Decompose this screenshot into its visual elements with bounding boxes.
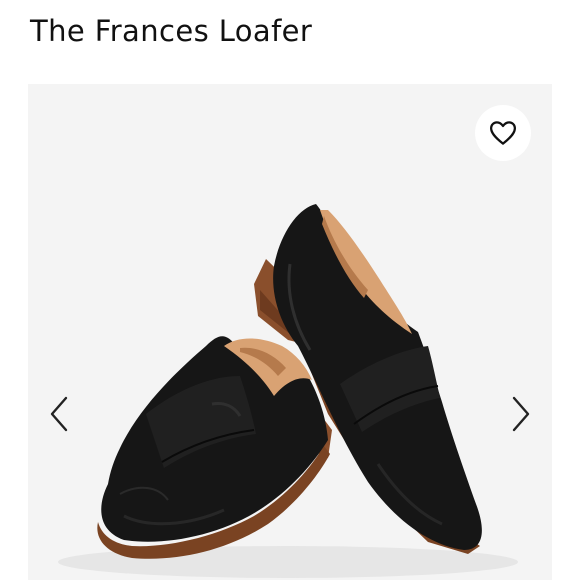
next-image-button[interactable]	[509, 394, 533, 434]
previous-image-button[interactable]	[47, 394, 71, 434]
chevron-right-icon	[512, 396, 530, 432]
product-image-gallery[interactable]	[28, 84, 552, 580]
product-page: The Frances Loafer	[0, 0, 580, 580]
product-title: The Frances Loafer	[30, 14, 313, 48]
favorite-button[interactable]	[475, 105, 531, 161]
product-image	[58, 204, 518, 578]
chevron-left-icon	[50, 396, 68, 432]
heart-outline-icon	[490, 121, 516, 145]
partial-icon	[30, 0, 50, 6]
